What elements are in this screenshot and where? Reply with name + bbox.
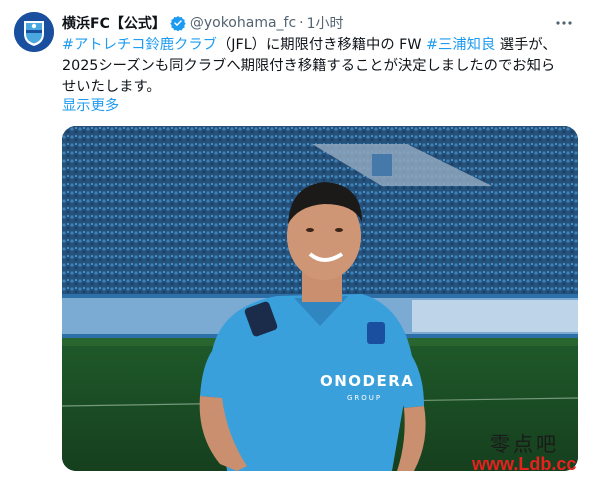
text-line: せいたします。 [62, 79, 161, 95]
player-photo: ONODERA GROUP [62, 126, 578, 471]
avatar[interactable] [14, 12, 54, 52]
separator-dot: · [299, 15, 304, 31]
text-segment: （JFL）に期限付き移籍中の FW [216, 37, 422, 53]
watermark-chinese: 零点吧 [490, 432, 559, 456]
hashtag-link[interactable]: #アトレチコ鈴鹿クラブ [62, 37, 217, 53]
text-segment: 選手が、 [499, 37, 557, 53]
tweet-photo[interactable]: ONODERA GROUP [62, 126, 578, 471]
club-crest-icon [14, 12, 54, 52]
post-time[interactable]: 1小时 [307, 13, 344, 33]
hashtag-link[interactable]: #三浦知良 [426, 37, 495, 53]
user-handle[interactable]: @yokohama_fc [190, 15, 296, 31]
jersey-sponsor-text: ONODERA [320, 372, 414, 390]
text-line: 2025シーズンも同クラブへ期限付き移籍することが決定しましたのでお知ら [62, 58, 556, 74]
tweet[interactable]: 横浜FC【公式】 @yokohama_fc · 1小时 #アトレチコ鈴鹿クラブ（… [0, 0, 593, 477]
verified-badge-icon [170, 15, 186, 31]
show-more-link[interactable]: 显示更多 [62, 94, 119, 115]
more-options-icon[interactable] [553, 12, 575, 34]
tweet-text: #アトレチコ鈴鹿クラブ（JFL）に期限付き移籍中の FW #三浦知良 選手が、 … [62, 35, 582, 98]
jersey-sponsor-sub: GROUP [347, 394, 382, 402]
tweet-header: 横浜FC【公式】 @yokohama_fc · 1小时 [62, 12, 573, 34]
display-name[interactable]: 横浜FC【公式】 [62, 13, 166, 33]
watermark-url: www.Ldb.cc [472, 454, 577, 474]
